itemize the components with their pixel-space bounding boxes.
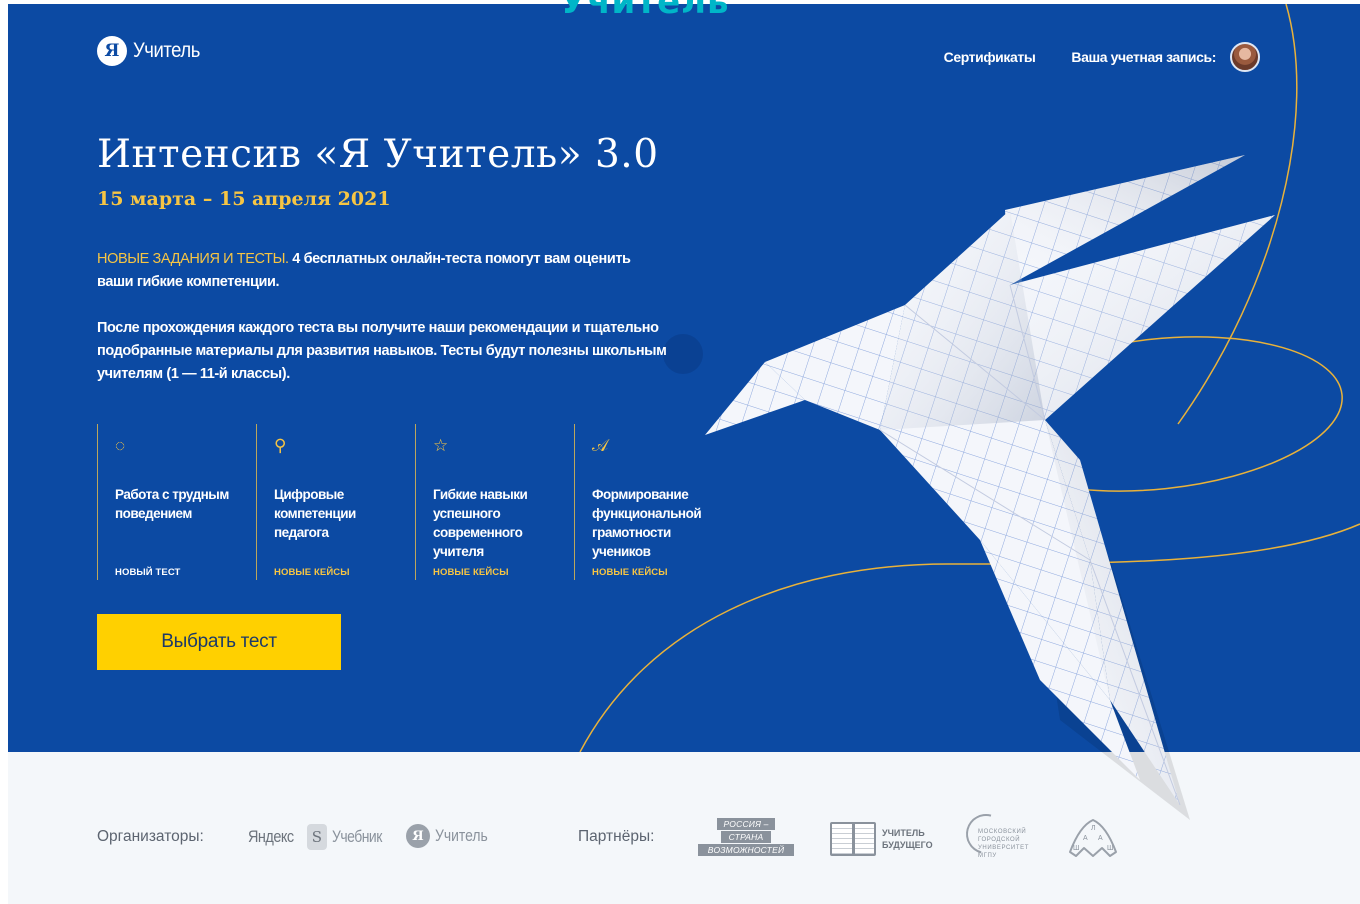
shaa-letter: А (1083, 835, 1088, 842)
shaa-letter: Ш (1073, 845, 1079, 852)
hero-description: НОВЫЕ ЗАДАНИЯ И ТЕСТЫ. 4 бесплатных онла… (97, 248, 667, 386)
logo-line: РОССИЯ – (717, 818, 775, 830)
feature-card-functional-literacy[interactable]: 𝒜 Формирование функциональной грамотност… (574, 424, 733, 580)
feature-tag: НОВЫЙ ТЕСТ (115, 567, 181, 578)
brand-mark-icon: Я (97, 36, 127, 66)
footer-section: Организаторы: Яндекс S Учебник Я Учитель… (8, 752, 1360, 904)
rocket-icon: ⚲ (274, 436, 287, 455)
feature-card-soft-skills[interactable]: ☆ Гибкие навыки успешного современного у… (415, 424, 574, 580)
yandex-textbook-logo[interactable]: Яндекс S Учебник (248, 824, 392, 850)
mgpu-logo[interactable]: МОСКОВСКИЙ ГОРОДСКОЙ УНИВЕРСИТЕТ МГПУ (958, 806, 1042, 864)
textbook-s-icon: S (306, 824, 327, 850)
cropped-heading-fragment: Учитель (560, 0, 730, 22)
shaa-letter: Ш (1107, 845, 1113, 852)
yandex-wordmark: Яндекс (248, 827, 294, 846)
details-paragraph: После прохождения каждого теста вы получ… (97, 320, 667, 382)
feature-tag: НОВЫЕ КЕЙСЫ (433, 567, 509, 578)
logo-line: СТРАНА (721, 831, 771, 843)
feature-title: Цифровые компетенции педагога (274, 487, 356, 540)
brand-logo[interactable]: Я Учитель (97, 36, 209, 66)
speech-bubble-icon: ◌ (115, 436, 126, 455)
organizers-label: Организаторы: (97, 828, 204, 845)
teacher-of-the-future-logo[interactable]: УЧИТЕЛЬ БУДУЩЕГО (830, 822, 942, 856)
intro-highlight: НОВЫЕ ЗАДАНИЯ И ТЕСТЫ. (97, 251, 289, 267)
avatar[interactable] (1230, 42, 1260, 72)
ya-teacher-wordmark: Учитель (435, 826, 488, 845)
feature-card-difficult-behavior[interactable]: ◌ Работа с трудным поведением НОВЫЙ ТЕСТ (97, 424, 256, 580)
brand-name: Учитель (133, 39, 200, 62)
top-navigation: Сертификаты Ваша учетная запись: (944, 42, 1260, 72)
star-icon: ☆ (433, 436, 449, 455)
letter-a-icon: 𝒜 (592, 436, 609, 455)
shaa-letter: Л (1091, 825, 1096, 832)
choose-test-button[interactable]: Выбрать тест (97, 614, 341, 670)
feature-list: ◌ Работа с трудным поведением НОВЫЙ ТЕСТ… (97, 424, 733, 580)
hero-section: Я Учитель Сертификаты Ваша учетная запис… (8, 4, 1360, 752)
ya-mark-icon: Я (406, 824, 430, 848)
feature-title: Гибкие навыки успешного современного учи… (433, 487, 528, 559)
shaa-logo[interactable]: Л А А Ш Ш (1062, 814, 1124, 864)
intro-paragraph: НОВЫЕ ЗАДАНИЯ И ТЕСТЫ. 4 бесплатных онла… (97, 248, 667, 294)
landing-page: Я Учитель Сертификаты Ваша учетная запис… (0, 0, 1360, 904)
russia-land-of-opportunity-logo[interactable]: РОССИЯ – СТРАНА ВОЗМОЖНОСТЕЙ (698, 818, 794, 857)
teacher-of-the-future-text: УЧИТЕЛЬ БУДУЩЕГО (882, 828, 933, 850)
feature-tag: НОВЫЕ КЕЙСЫ (592, 567, 668, 578)
feature-title: Работа с трудным поведением (115, 487, 229, 521)
nav-certificates-link[interactable]: Сертификаты (944, 49, 1036, 65)
feature-card-digital-competence[interactable]: ⚲ Цифровые компетенции педагога НОВЫЕ КЕ… (256, 424, 415, 580)
textbook-wordmark: Учебник (331, 827, 382, 846)
feature-title: Формирование функциональной грамотности … (592, 487, 702, 559)
logo-line: ВОЗМОЖНОСТЕЙ (698, 844, 794, 856)
account-menu[interactable]: Ваша учетная запись: (1071, 42, 1260, 72)
account-label[interactable]: Ваша учетная запись: (1071, 49, 1216, 65)
partners-label: Партнёры: (578, 828, 655, 845)
feature-tag: НОВЫЕ КЕЙСЫ (274, 567, 350, 578)
shaa-letter: А (1098, 835, 1103, 842)
mgpu-text: МОСКОВСКИЙ ГОРОДСКОЙ УНИВЕРСИТЕТ МГПУ (978, 829, 1029, 859)
page-title: Интенсив «Я Учитель» 3.0 (97, 132, 659, 177)
book-icon (830, 822, 876, 856)
event-dates: 15 марта – 15 апреля 2021 (97, 188, 391, 210)
ya-teacher-logo[interactable]: Я Учитель (406, 824, 499, 848)
